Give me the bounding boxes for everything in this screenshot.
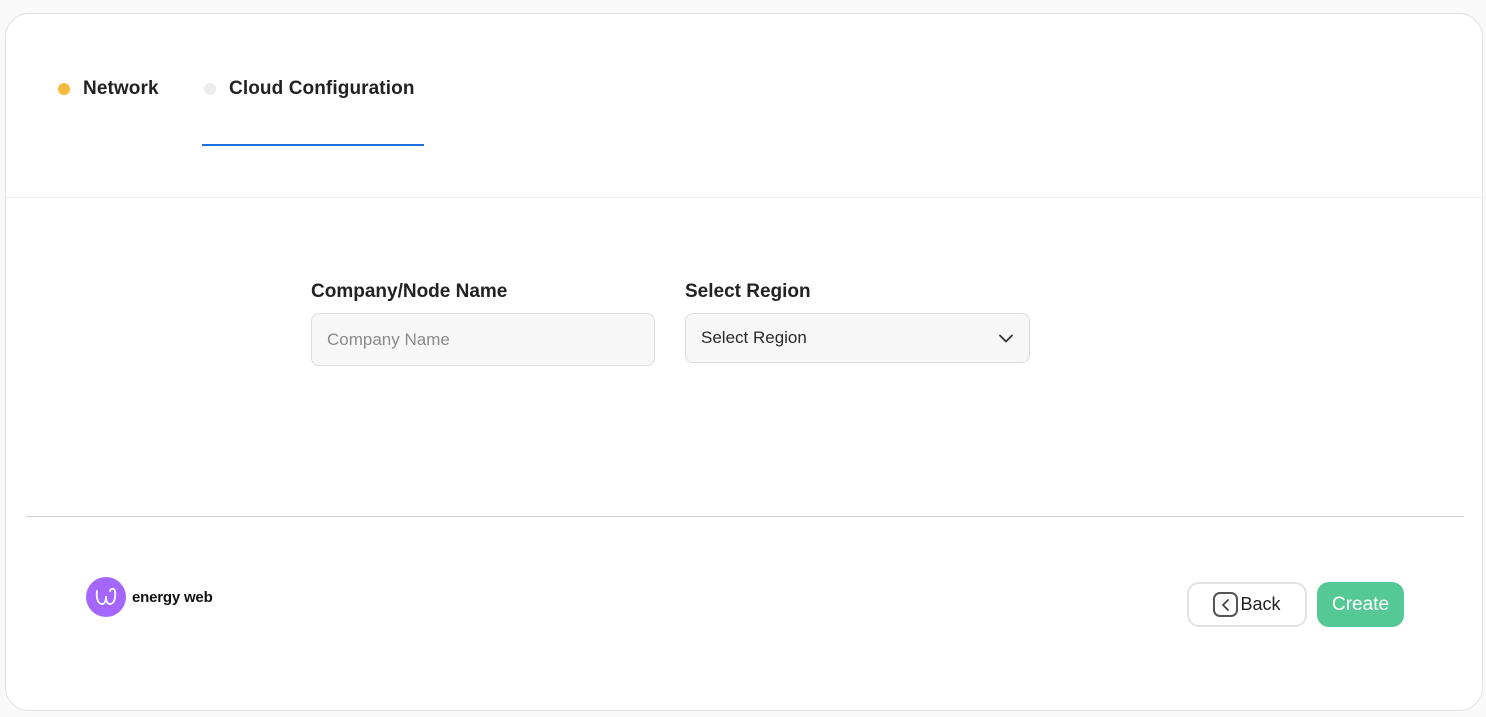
company-name-input[interactable] [311, 313, 655, 366]
tab-network[interactable]: Network [58, 75, 159, 103]
chevron-down-icon [998, 330, 1014, 346]
company-name-label: Company/Node Name [311, 281, 508, 302]
region-select-value: Select Region [701, 328, 807, 347]
region-select[interactable]: Select Region [685, 313, 1030, 363]
tab-label: Cloud Configuration [229, 78, 415, 99]
create-button-label: Create [1331, 593, 1390, 615]
footer-divider [26, 516, 1464, 517]
region-label: Select Region [685, 281, 811, 302]
step-status-dot [58, 83, 70, 95]
wizard-card: Network Cloud Configuration Company/Node… [5, 13, 1483, 711]
step-status-dot [204, 83, 216, 95]
active-tab-indicator [202, 144, 424, 146]
back-button-label: Back [1240, 594, 1281, 614]
logo-text: energy web [132, 588, 213, 606]
tab-cloud-configuration[interactable]: Cloud Configuration [204, 75, 415, 103]
create-button[interactable]: Create [1317, 582, 1404, 627]
energy-web-logo-icon [86, 577, 126, 617]
tab-label: Network [83, 78, 159, 99]
step-tabs: Network Cloud Configuration [6, 14, 1482, 198]
back-button[interactable]: Back [1187, 582, 1307, 627]
back-arrow-icon [1213, 592, 1239, 617]
energy-web-logo: energy web [86, 577, 213, 617]
